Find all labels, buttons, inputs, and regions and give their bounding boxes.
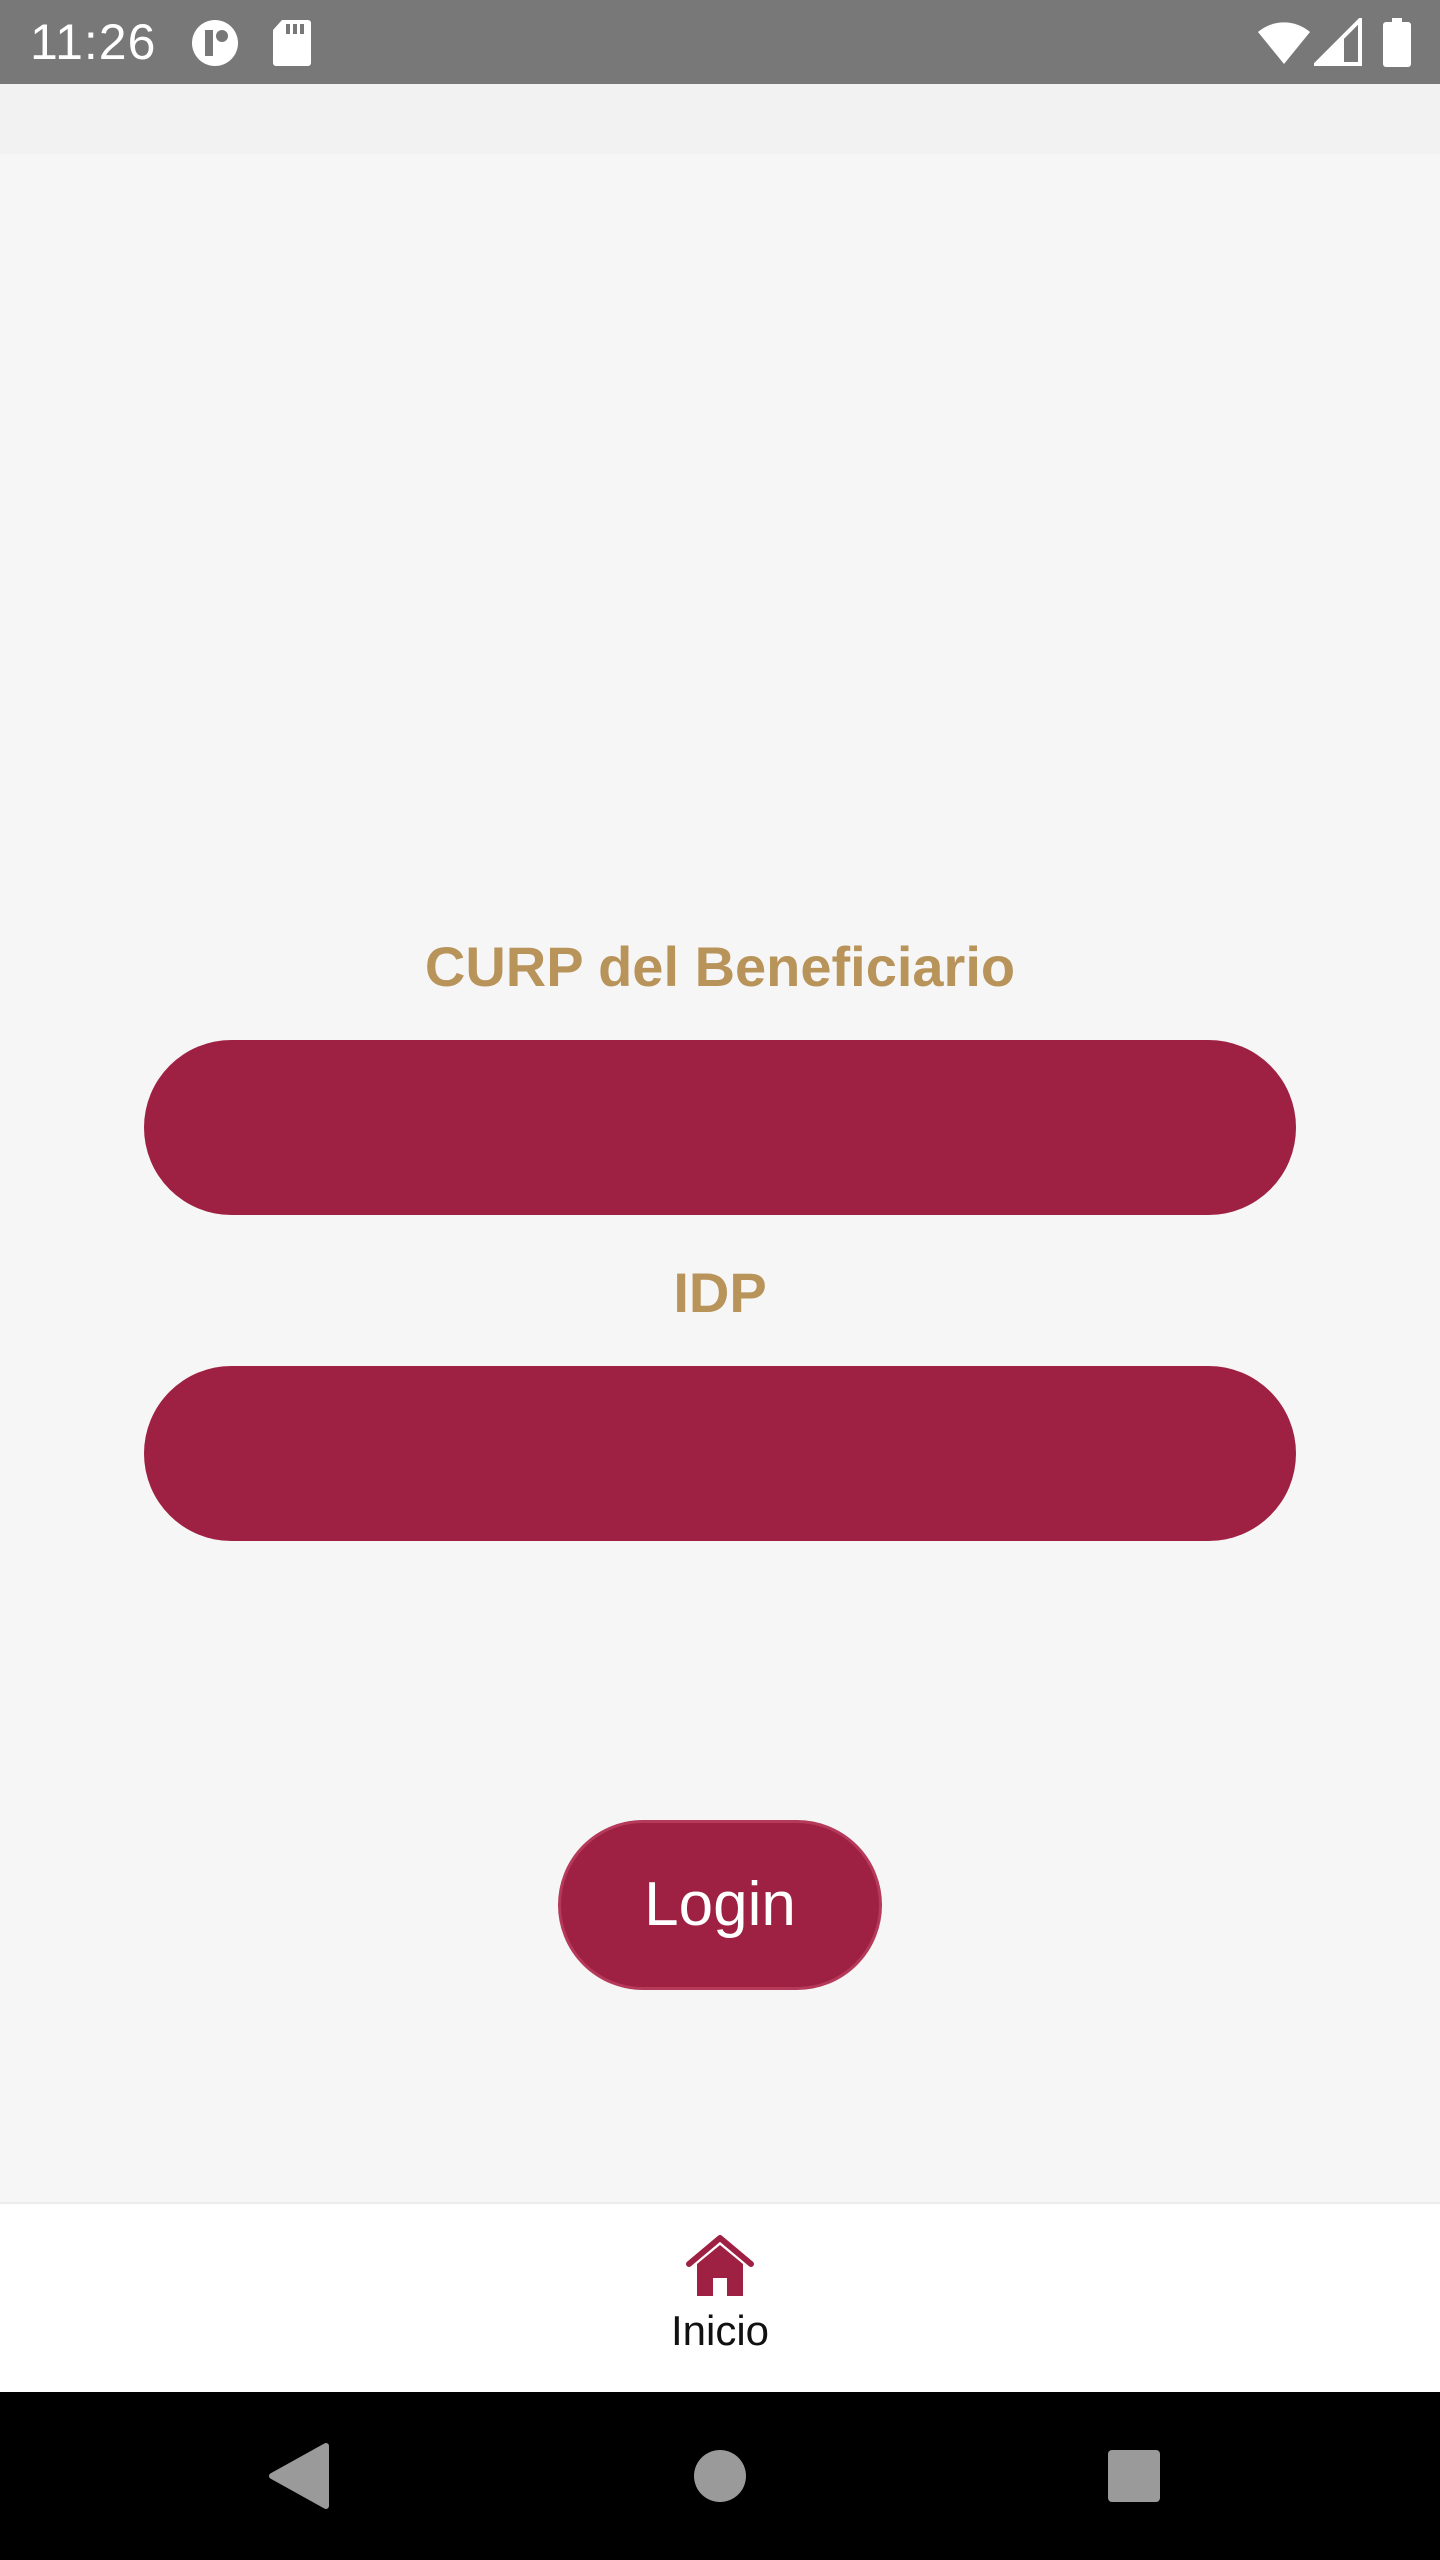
cell-signal-icon xyxy=(1314,18,1362,66)
system-nav-bar xyxy=(0,2392,1440,2560)
home-icon xyxy=(686,2235,754,2296)
curp-input[interactable] xyxy=(144,1040,1296,1215)
bottom-nav: Inicio xyxy=(0,2202,1440,2392)
nav-item-label: Inicio xyxy=(670,2307,770,2354)
app-bar xyxy=(0,84,1440,154)
status-time: 11:26 xyxy=(30,14,157,70)
battery-icon xyxy=(1383,18,1411,67)
recents-icon[interactable] xyxy=(1094,2436,1174,2516)
curp-label: CURP del Beneficiario xyxy=(424,935,1016,998)
idp-label: IDP xyxy=(673,1261,767,1324)
app-notification-icon xyxy=(192,20,238,66)
login-button[interactable]: Login xyxy=(558,1820,882,1990)
status-bar: 11:26 xyxy=(0,0,1440,84)
idp-input[interactable] xyxy=(144,1366,1296,1541)
wifi-icon xyxy=(1258,22,1310,64)
screen: 11:26 CURP del Beneficiario IDP Login In… xyxy=(0,0,1440,2560)
nav-item-inicio[interactable]: Inicio xyxy=(620,2234,820,2374)
home-circle-icon[interactable] xyxy=(680,2436,760,2516)
back-icon[interactable] xyxy=(260,2436,340,2516)
sd-card-icon xyxy=(273,20,311,66)
